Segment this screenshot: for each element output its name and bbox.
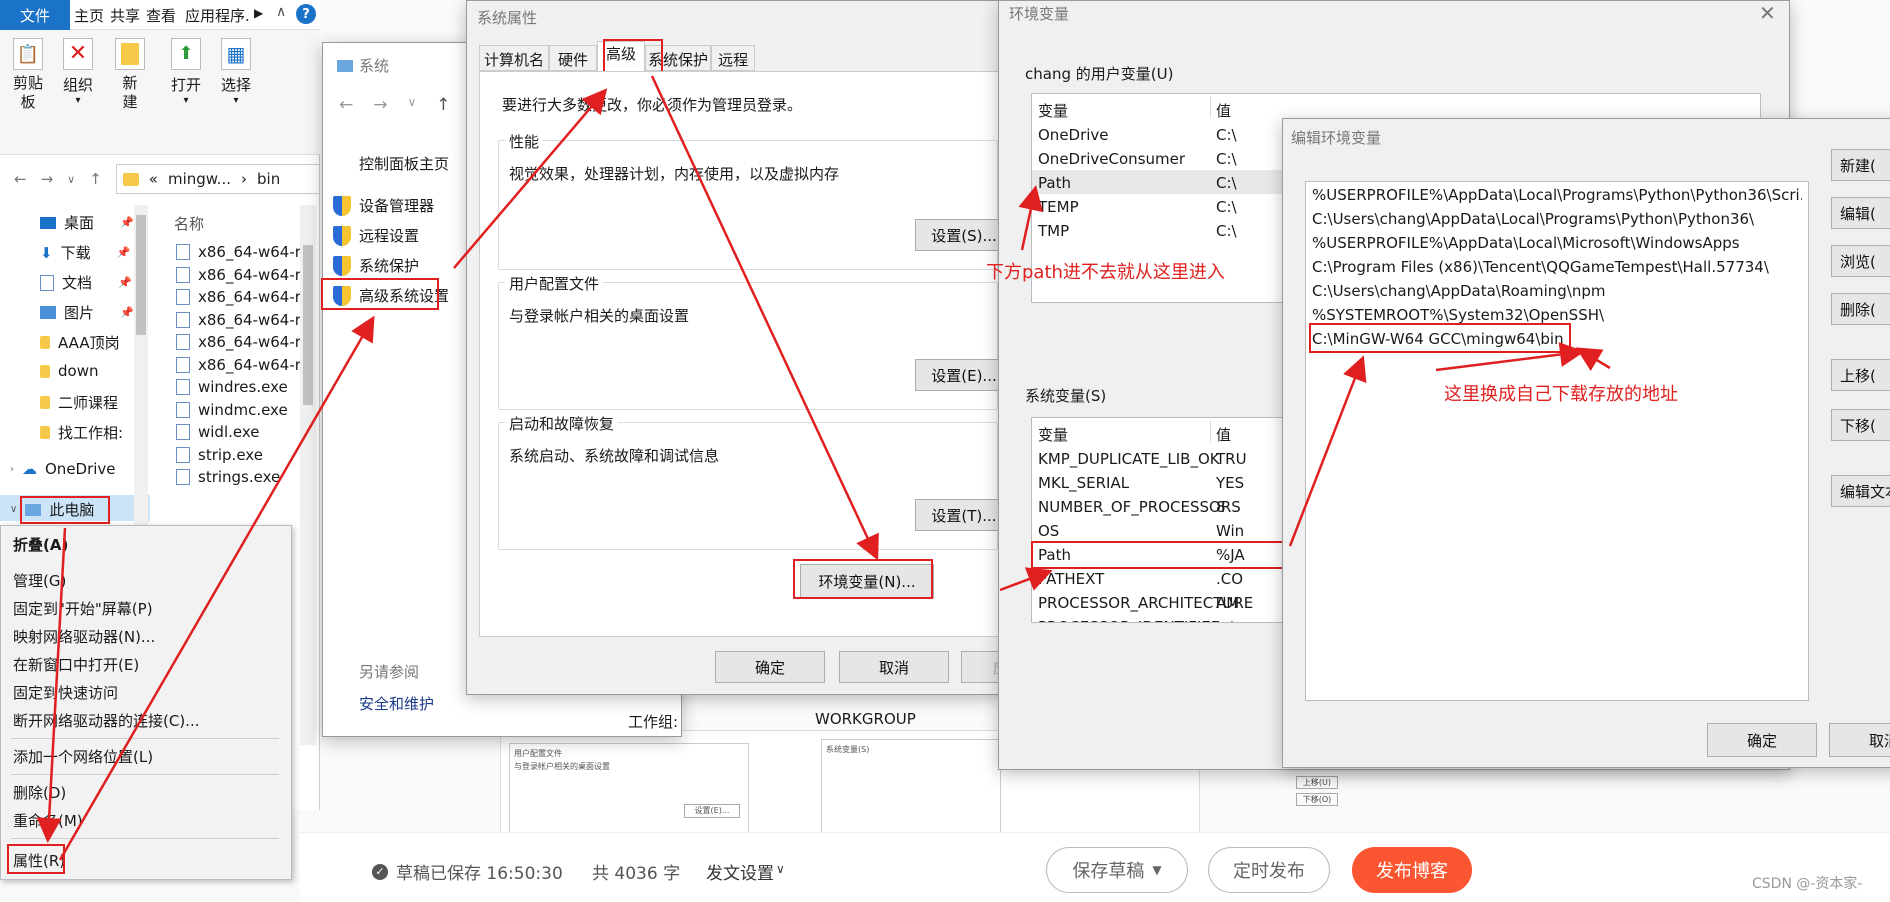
caret-down-icon: ▼ bbox=[1152, 863, 1162, 877]
arrow-advanced-to-tab bbox=[453, 88, 608, 269]
arrow-hint-to-mingw-entry bbox=[1575, 347, 1611, 372]
publish-blog-button[interactable]: 发布博客 bbox=[1352, 847, 1472, 893]
draft-saved-status: ✓ 草稿已保存 16:50:30 bbox=[372, 859, 563, 884]
arrow-properties-to-advanced bbox=[58, 315, 375, 861]
publish-settings-dropdown[interactable]: 发文设置 ∨ bbox=[706, 859, 785, 884]
arrow-hint-to-user-path bbox=[1018, 185, 1043, 251]
arrow-env-button-to-path bbox=[999, 567, 1053, 592]
chevron-down-icon: ∨ bbox=[776, 862, 785, 876]
word-count: 共 4036 字 bbox=[592, 864, 681, 884]
bottom-bar: ✓ 草稿已保存 16:50:30 共 4036 字 发文设置 ∨ 保存草稿 ▼ 定时… bbox=[300, 832, 1890, 902]
arrow-hint-to-mingw bbox=[1435, 342, 1585, 372]
csdn-watermark: CSDN @-资本家- bbox=[1752, 876, 1863, 892]
annotation-arrows bbox=[36, 75, 1611, 861]
arrow-path-to-edit bbox=[1288, 355, 1367, 547]
save-draft-button[interactable]: 保存草稿 ▼ bbox=[1046, 847, 1188, 893]
schedule-publish-button[interactable]: 定时发布 bbox=[1208, 847, 1330, 893]
arrow-pc-to-properties bbox=[36, 527, 67, 843]
check-circle-icon: ✓ bbox=[372, 863, 388, 880]
arrow-tab-to-env-button bbox=[650, 75, 879, 561]
